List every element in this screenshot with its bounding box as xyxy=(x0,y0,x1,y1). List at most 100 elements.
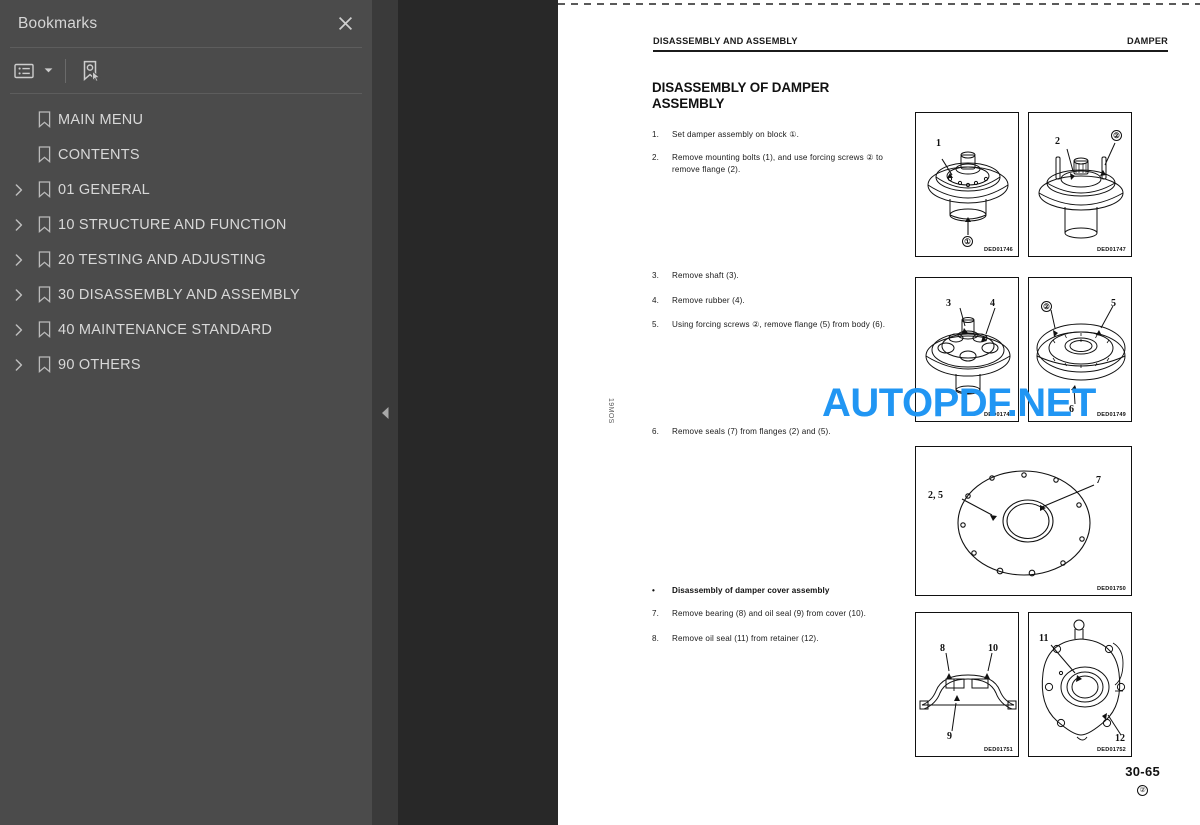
bookmark-item-label: 30 DISASSEMBLY AND ASSEMBLY xyxy=(58,286,301,303)
figure-ded01752: 11 12 DED01752 xyxy=(1028,612,1132,757)
figure-callout: 12 xyxy=(1115,733,1125,744)
figure-callout: ② xyxy=(1111,130,1122,141)
step-text: Remove mounting bolts (1), and use forci… xyxy=(672,153,884,175)
figure-callout: ① xyxy=(962,236,973,247)
step-number: 1. xyxy=(652,129,660,139)
triangle-left-icon[interactable] xyxy=(372,0,398,825)
step-text: Set damper assembly on block ①. xyxy=(672,129,800,139)
subsection-heading-text: Disassembly of damper cover assembly xyxy=(672,585,830,595)
bookmark-item-label: 40 MAINTENANCE STANDARD xyxy=(58,321,273,338)
bookmark-icon xyxy=(30,251,58,268)
instruction-step: 5. Using forcing screws ②, remove flange… xyxy=(652,319,902,331)
instruction-step: 3. Remove shaft (3). xyxy=(652,270,902,282)
list-view-icon[interactable] xyxy=(10,56,38,86)
bookmark-item-label: 20 TESTING AND ADJUSTING xyxy=(58,251,266,268)
step-number: 4. xyxy=(652,295,660,305)
step-text: Remove oil seal (11) from retainer (12). xyxy=(672,633,819,643)
close-icon[interactable] xyxy=(332,11,358,37)
bookmark-icon xyxy=(30,356,58,373)
chevron-right-icon[interactable] xyxy=(8,354,30,376)
page-margin-text: 19MOS xyxy=(607,398,614,424)
instruction-step: 4. Remove rubber (4). xyxy=(652,295,902,307)
figure-callout: 11 xyxy=(1039,633,1049,644)
instruction-step: 6. Remove seals (7) from flanges (2) and… xyxy=(652,426,902,438)
bookmark-icon xyxy=(30,111,58,128)
figure-ded01750: 2, 5 7 DED01750 xyxy=(915,446,1132,596)
bullet-marker: • xyxy=(652,585,655,595)
figure-ded01746: 1 ① DED01746 xyxy=(915,112,1019,257)
bookmark-item-30-disassembly-and-assembly[interactable]: 30 DISASSEMBLY AND ASSEMBLY xyxy=(0,277,372,312)
figure-callout: 1 xyxy=(936,138,941,149)
bookmark-item-40-maintenance-standard[interactable]: 40 MAINTENANCE STANDARD xyxy=(0,312,372,347)
subsection-heading: • Disassembly of damper cover assembly xyxy=(652,586,902,595)
step-text: Remove bearing (8) and oil seal (9) from… xyxy=(672,608,867,618)
step-text: Using forcing screws ②, remove flange (5… xyxy=(672,320,886,330)
chevron-right-icon[interactable] xyxy=(8,179,30,201)
figure-ded01747: 2 ② DED01747 xyxy=(1028,112,1132,257)
figure-id: DED01746 xyxy=(984,247,1013,253)
bookmark-item-main-menu[interactable]: MAIN MENU xyxy=(0,102,372,137)
figure-callout: 7 xyxy=(1096,475,1101,486)
step-number: 6. xyxy=(652,427,660,437)
step-number: 7. xyxy=(652,608,660,618)
document-page: DISASSEMBLY AND ASSEMBLY DAMPER 19MOS DI… xyxy=(558,0,1200,825)
pdf-viewer-window: Bookmarks MAIN MENU CONTENTS 01 GENERAL … xyxy=(0,0,1200,825)
bookmarks-panel-header: Bookmarks xyxy=(0,0,372,47)
sidebar-splitter[interactable] xyxy=(372,0,398,825)
chevron-right-icon[interactable] xyxy=(8,319,30,341)
header-rule xyxy=(653,50,1168,53)
page-number: 30-65 xyxy=(1125,764,1160,779)
bookmark-icon xyxy=(30,216,58,233)
chevron-right-icon[interactable] xyxy=(8,249,30,271)
figure-callout: 2, 5 xyxy=(928,490,943,501)
step-number: 3. xyxy=(652,270,660,280)
page-title: DISASSEMBLY OF DAMPER ASSEMBLY xyxy=(652,80,830,112)
bookmark-item-contents[interactable]: CONTENTS xyxy=(0,137,372,172)
bookmark-item-label: CONTENTS xyxy=(58,146,140,163)
instruction-step: 1. Set damper assembly on block ①. xyxy=(652,129,902,141)
bookmark-item-90-others[interactable]: 90 OTHERS xyxy=(0,347,372,382)
bookmark-item-label: 01 GENERAL xyxy=(58,181,150,198)
running-header-right: DAMPER xyxy=(1126,36,1168,46)
figure-ded01751: 8 10 9 DED01751 xyxy=(915,612,1019,757)
step-number: 2. xyxy=(652,153,660,163)
document-viewport[interactable]: DISASSEMBLY AND ASSEMBLY DAMPER 19MOS DI… xyxy=(398,0,1200,825)
figure-id: DED01751 xyxy=(984,747,1013,753)
figure-id: DED01750 xyxy=(1097,586,1126,592)
figure-id: DED01747 xyxy=(1097,247,1126,253)
bookmark-item-01-general[interactable]: 01 GENERAL xyxy=(0,172,372,207)
chevron-right-icon[interactable] xyxy=(8,214,30,236)
figure-callout: 9 xyxy=(947,731,952,742)
bookmark-item-label: MAIN MENU xyxy=(58,111,144,128)
bookmark-item-20-testing-and-adjusting[interactable]: 20 TESTING AND ADJUSTING xyxy=(0,242,372,277)
toolbar-divider xyxy=(65,58,66,83)
bookmarks-panel: Bookmarks MAIN MENU CONTENTS 01 GENERAL … xyxy=(0,0,372,825)
bookmark-tree: MAIN MENU CONTENTS 01 GENERAL 10 STRUCTU… xyxy=(0,94,372,825)
page-gutter xyxy=(398,0,558,825)
bookmark-item-10-structure-and-function[interactable]: 10 STRUCTURE AND FUNCTION xyxy=(0,207,372,242)
figure-callout: 8 xyxy=(940,643,945,654)
step-text: Remove shaft (3). xyxy=(672,270,739,280)
step-number: 5. xyxy=(652,320,660,330)
step-text: Remove seals (7) from flanges (2) and (5… xyxy=(672,427,831,437)
page-number-mark: ② xyxy=(1137,785,1149,796)
bookmark-pointer-icon[interactable] xyxy=(77,56,106,86)
bookmarks-toolbar xyxy=(0,48,372,93)
figure-callout: ② xyxy=(1041,301,1052,312)
bookmark-icon xyxy=(30,181,58,198)
bookmark-icon xyxy=(30,321,58,338)
figure-ded01748: 3 4 DED01748 xyxy=(915,277,1019,422)
figure-ded01749: ② 5 6 DED01749 xyxy=(1028,277,1132,422)
bookmark-icon xyxy=(30,286,58,303)
bookmark-item-label: 10 STRUCTURE AND FUNCTION xyxy=(58,216,287,233)
figure-callout: 10 xyxy=(988,643,998,654)
instruction-step: 8. Remove oil seal (11) from retainer (1… xyxy=(652,633,902,645)
page-number-block: 30-65 ② xyxy=(1125,764,1160,797)
chevron-down-icon[interactable] xyxy=(40,56,57,86)
bookmark-icon xyxy=(30,146,58,163)
chevron-right-icon[interactable] xyxy=(8,284,30,306)
bookmarks-panel-title: Bookmarks xyxy=(18,14,98,32)
figure-callout: 3 xyxy=(946,298,951,309)
figure-callout: 2 xyxy=(1055,136,1060,147)
step-number: 8. xyxy=(652,633,660,643)
